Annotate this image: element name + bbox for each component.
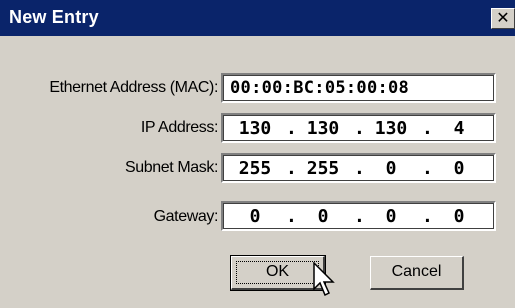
subnet-octet-2[interactable]: 255 xyxy=(301,158,345,179)
new-entry-dialog: New Entry ✕ Ethernet Address (MAC): 00:0… xyxy=(0,0,515,308)
gateway-octet-1[interactable]: 0 xyxy=(233,206,277,227)
ip-address-label: IP Address: xyxy=(140,119,219,136)
ip-octet-1[interactable]: 130 xyxy=(233,118,277,139)
ip-octet-3[interactable]: 130 xyxy=(369,118,413,139)
title-bar[interactable]: New Entry ✕ xyxy=(0,0,515,36)
subnet-mask-field[interactable]: 255 . 255 . 0 . 0 xyxy=(221,153,496,183)
gateway-label: Gateway: xyxy=(153,208,219,225)
ip-dot-1: . xyxy=(286,118,297,139)
subnet-octet-3[interactable]: 0 xyxy=(369,158,413,179)
subnet-octet-4[interactable]: 0 xyxy=(437,158,481,179)
ip-dot-3: . xyxy=(422,118,433,139)
ip-address-field[interactable]: 130 . 130 . 130 . 4 xyxy=(221,113,496,143)
gateway-dot-3: . xyxy=(422,206,433,227)
ip-octet-4[interactable]: 4 xyxy=(437,118,481,139)
subnet-dot-1: . xyxy=(286,158,297,179)
cancel-button-label: Cancel xyxy=(391,263,442,280)
focus-rectangle xyxy=(236,261,319,284)
ip-octet-2[interactable]: 130 xyxy=(301,118,345,139)
subnet-dot-2: . xyxy=(354,158,365,179)
gateway-dot-1: . xyxy=(286,206,297,227)
ok-button[interactable]: OK xyxy=(230,255,326,291)
subnet-mask-label: Subnet Mask: xyxy=(124,159,218,176)
close-button[interactable]: ✕ xyxy=(491,8,515,29)
gateway-octet-4[interactable]: 0 xyxy=(437,206,481,227)
window-title: New Entry xyxy=(9,7,99,27)
gateway-octet-2[interactable]: 0 xyxy=(301,206,345,227)
subnet-dot-3: . xyxy=(422,158,433,179)
gateway-dot-2: . xyxy=(354,206,365,227)
gateway-octet-3[interactable]: 0 xyxy=(369,206,413,227)
mouse-pointer-icon xyxy=(313,262,335,297)
close-icon: ✕ xyxy=(496,8,510,27)
gateway-field[interactable]: 0 . 0 . 0 . 0 xyxy=(221,201,496,231)
ip-dot-2: . xyxy=(354,118,365,139)
mac-address-value: 00:00:BC:05:00:08 xyxy=(230,78,410,98)
mac-address-label: Ethernet Address (MAC): xyxy=(49,79,218,96)
mac-address-field[interactable]: 00:00:BC:05:00:08 xyxy=(221,73,496,103)
cancel-button[interactable]: Cancel xyxy=(370,256,464,290)
subnet-octet-1[interactable]: 255 xyxy=(233,158,277,179)
